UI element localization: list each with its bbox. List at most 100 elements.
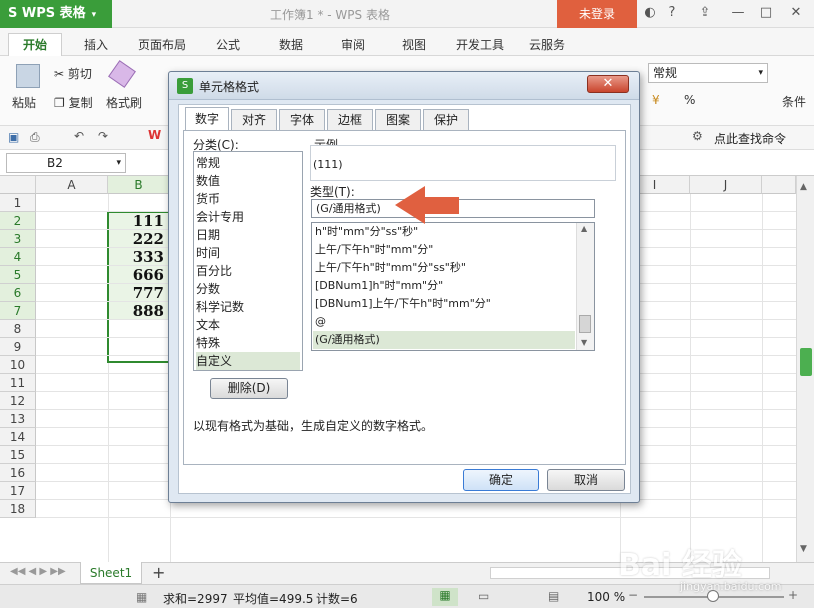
row-header[interactable]: 18 (0, 500, 36, 518)
row-header[interactable]: 7 (0, 302, 36, 320)
cell-b[interactable]: 333 (108, 248, 170, 266)
scrollbar-thumb[interactable] (579, 315, 591, 333)
format-list-scrollbar[interactable]: ▲ ▼ (576, 223, 594, 350)
category-item[interactable]: 时间 (196, 244, 300, 262)
sheet-tab-sheet1[interactable]: Sheet1 (80, 562, 142, 584)
row-header[interactable]: 13 (0, 410, 36, 428)
number-format-select[interactable]: 常规 ▾ (648, 63, 768, 83)
category-item[interactable]: 货币 (196, 190, 300, 208)
undo-icon[interactable]: ↶ (74, 129, 84, 143)
print-icon[interactable]: ⎙ (30, 130, 40, 145)
scrollbar-thumb[interactable] (800, 348, 812, 376)
name-box[interactable]: B2 ▾ (6, 153, 126, 173)
tab-data[interactable]: 数据 (279, 36, 303, 53)
cell-b[interactable]: 888 (108, 302, 170, 320)
tab-cloud[interactable]: 云服务 (529, 36, 565, 53)
dialog-tab-alignment[interactable]: 对齐 (231, 109, 277, 130)
row-header[interactable]: 10 (0, 356, 36, 374)
scroll-down-icon[interactable]: ▼ (800, 544, 807, 554)
column-header-k[interactable] (762, 176, 796, 194)
tab-insert[interactable]: 插入 (84, 36, 108, 53)
row-header[interactable]: 14 (0, 428, 36, 446)
normal-view-icon[interactable]: ▦ (432, 588, 458, 606)
login-button[interactable]: 未登录 (557, 0, 637, 28)
column-header-b[interactable]: B (108, 176, 170, 194)
cell-b[interactable]: 222 (108, 230, 170, 248)
maximize-icon[interactable]: □ (756, 5, 776, 23)
ok-button[interactable]: 确定 (463, 469, 539, 491)
row-header[interactable]: 15 (0, 446, 36, 464)
category-list[interactable]: 常规 数值 货币 会计专用 日期 时间 百分比 分数 科学记数 文本 特殊 自定义 (193, 151, 303, 371)
tab-developer[interactable]: 开发工具 (456, 36, 504, 53)
minimize-icon[interactable]: — (728, 5, 748, 23)
format-list[interactable]: h"时"mm"分"ss"秒" 上午/下午h"时"mm"分" 上午/下午h"时"mm"… (311, 222, 595, 351)
app-menu-button[interactable]: S WPS 表格 ▾ (0, 0, 112, 28)
cell-b[interactable]: 666 (108, 266, 170, 284)
row-header[interactable]: 9 (0, 338, 36, 356)
category-item[interactable]: 百分比 (196, 262, 300, 280)
page-view-icon[interactable]: ▭ (478, 589, 489, 603)
dialog-tab-font[interactable]: 字体 (279, 109, 325, 130)
scroll-down-icon[interactable]: ▼ (581, 338, 587, 347)
dialog-tab-number[interactable]: 数字 (185, 107, 229, 131)
cell-b[interactable]: 111 (108, 212, 170, 230)
cell-b[interactable]: 777 (108, 284, 170, 302)
scroll-up-icon[interactable]: ▲ (800, 182, 807, 192)
category-item[interactable]: 常规 (196, 154, 300, 172)
category-item[interactable]: 特殊 (196, 334, 300, 352)
row-header[interactable]: 8 (0, 320, 36, 338)
paste-label[interactable]: 粘贴 (12, 94, 36, 111)
dialog-close-button[interactable]: ✕ (587, 75, 629, 93)
conditional-format-label[interactable]: 条件 (782, 93, 806, 110)
row-header[interactable]: 5 (0, 266, 36, 284)
row-header[interactable]: 11 (0, 374, 36, 392)
dialog-title-bar[interactable]: S 单元格格式 ✕ (169, 72, 639, 100)
zoom-out-icon[interactable]: − (628, 588, 638, 602)
row-header[interactable]: 12 (0, 392, 36, 410)
find-command-icon[interactable]: ⚙ (692, 129, 703, 143)
sheet-nav-icon[interactable]: ◀◀ ◀ ▶ ▶▶ (10, 566, 66, 577)
format-painter-label[interactable]: 格式刷 (106, 94, 142, 111)
format-item[interactable]: [DBNum1]上午/下午h"时"mm"分" (315, 295, 575, 313)
select-all-corner[interactable] (0, 176, 36, 194)
delete-button[interactable]: 删除(D) (210, 378, 288, 399)
row-header[interactable]: 3 (0, 230, 36, 248)
row-header[interactable]: 6 (0, 284, 36, 302)
tab-formula[interactable]: 公式 (216, 36, 240, 53)
skin-icon[interactable]: ◐ (640, 5, 660, 23)
save-icon[interactable]: ▣ (8, 130, 19, 144)
redo-icon[interactable]: ↷ (98, 129, 108, 143)
cancel-button[interactable]: 取消 (547, 469, 625, 491)
copy-button[interactable]: ❐ 复制 (54, 94, 93, 111)
category-item[interactable]: 分数 (196, 280, 300, 298)
row-header[interactable]: 4 (0, 248, 36, 266)
vertical-scrollbar[interactable]: ▲ ▼ (796, 176, 814, 562)
row-header[interactable]: 1 (0, 194, 36, 212)
add-sheet-icon[interactable]: + (152, 563, 165, 582)
category-item[interactable]: 数值 (196, 172, 300, 190)
tab-page-layout[interactable]: 页面布局 (138, 36, 186, 53)
tab-home[interactable]: 开始 (8, 33, 62, 57)
format-item[interactable]: @ (315, 313, 575, 331)
wps-w-icon[interactable]: W (148, 128, 161, 142)
page-break-view-icon[interactable]: ▤ (548, 589, 559, 603)
dialog-tab-border[interactable]: 边框 (327, 109, 373, 130)
share-icon[interactable]: ⇪ (695, 5, 715, 23)
column-header-a[interactable]: A (36, 176, 108, 194)
paste-icon[interactable] (16, 64, 40, 88)
find-command-label[interactable]: 点此查找命令 (714, 130, 786, 147)
category-item[interactable]: 自定义 (196, 352, 300, 370)
zoom-in-icon[interactable]: + (788, 588, 798, 602)
category-item[interactable]: 日期 (196, 226, 300, 244)
format-item[interactable]: 上午/下午h"时"mm"分" (315, 241, 575, 259)
tab-view[interactable]: 视图 (402, 36, 426, 53)
category-item[interactable]: 会计专用 (196, 208, 300, 226)
category-item[interactable]: 科学记数 (196, 298, 300, 316)
format-item[interactable]: (G/通用格式) (313, 331, 575, 349)
scroll-up-icon[interactable]: ▲ (581, 224, 587, 233)
format-item[interactable]: 上午/下午h"时"mm"分"ss"秒" (315, 259, 575, 277)
format-item[interactable]: [DBNum1]h"时"mm"分" (315, 277, 575, 295)
row-header[interactable]: 17 (0, 482, 36, 500)
format-painter-icon[interactable] (108, 60, 136, 88)
percent-button[interactable]: % (684, 93, 695, 107)
